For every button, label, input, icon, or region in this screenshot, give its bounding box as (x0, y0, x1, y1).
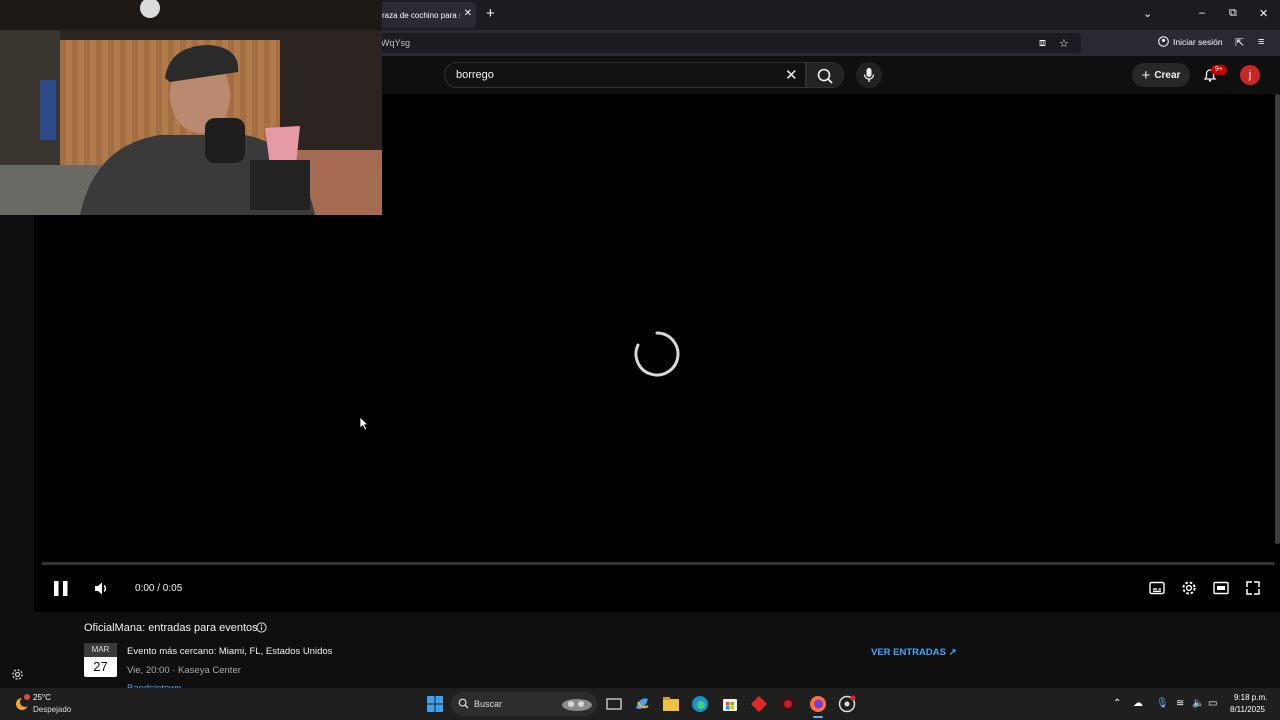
wifi-icon[interactable]: ≋ (1176, 698, 1184, 709)
taskbar-search[interactable]: Buscar (451, 692, 597, 716)
taskbar-search-label: Buscar (474, 699, 503, 709)
settings-icon[interactable] (1181, 580, 1197, 596)
browser-tab[interactable]: raza de cochino para s ✕ (376, 2, 476, 28)
event-location: Evento más cercano: Miami, FL, Estados U… (127, 646, 333, 657)
app-record-icon[interactable] (778, 694, 798, 714)
weather-temperature: 25°C (33, 693, 51, 702)
app-menu-icon[interactable]: ≡ (1258, 36, 1264, 48)
tray-overflow-chevron-icon[interactable]: ⌃ (1113, 698, 1121, 709)
close-window-icon[interactable]: ✕ (1259, 7, 1268, 20)
event-date-badge: MAR 27 (84, 643, 117, 677)
event-panel-title: OficialMana: entradas para eventos (84, 622, 258, 634)
create-label: Crear (1154, 69, 1181, 81)
view-tickets-link[interactable]: VER ENTRADAS ↗ (871, 647, 957, 658)
webcam-scene (0, 0, 382, 215)
clock-date[interactable]: 8/11/2025 (1230, 705, 1265, 714)
onedrive-cloud-icon[interactable]: ☁ (1133, 698, 1143, 709)
translate-icon[interactable]: ⧈ (1039, 37, 1046, 50)
mouse-cursor-icon (359, 416, 369, 431)
edge-browser-icon[interactable] (690, 694, 710, 714)
fullscreen-icon[interactable] (1245, 580, 1261, 596)
bookmark-star-icon[interactable]: ☆ (1059, 37, 1069, 50)
tab-title: raza de cochino para s (382, 10, 460, 20)
event-venue: Vie, 20:00 · Kaseya Center (127, 665, 241, 676)
info-icon[interactable] (256, 622, 267, 633)
app-red-diamond-icon[interactable] (749, 694, 769, 714)
clear-search-icon[interactable]: ✕ (785, 66, 798, 84)
firefox-icon[interactable] (808, 694, 828, 714)
notification-badge: 9+ (1211, 65, 1227, 75)
time-display: 0:00 / 0:05 (135, 583, 183, 594)
clock-time[interactable]: 9:18 p.m. (1234, 693, 1267, 702)
pause-icon[interactable] (53, 580, 69, 597)
battery-icon[interactable]: ▭ (1208, 698, 1217, 709)
volume-icon[interactable] (94, 581, 110, 596)
plus-icon: + (1141, 66, 1151, 84)
file-explorer-icon[interactable] (661, 694, 681, 714)
page-scrollbar[interactable] (1275, 94, 1280, 544)
microsoft-store-icon[interactable] (720, 694, 740, 714)
extensions-icon[interactable]: ⇱ (1235, 36, 1244, 49)
weather-description: Despejado (33, 705, 72, 714)
windows-start-icon[interactable] (425, 694, 445, 714)
signin-button[interactable]: Iniciar sesión (1158, 36, 1223, 47)
loading-spinner-icon (634, 331, 680, 377)
weather-moon-icon[interactable] (13, 694, 31, 712)
voice-search-button[interactable] (856, 62, 882, 88)
url-text: WqYsg (381, 38, 411, 48)
search-icon (458, 698, 469, 709)
video-progress-bar[interactable] (42, 562, 1274, 565)
volume-tray-icon[interactable]: 🔈 (1192, 698, 1204, 709)
account-icon (1158, 36, 1169, 47)
avatar[interactable]: j (1240, 65, 1260, 85)
search-query: borrego (456, 69, 494, 81)
new-tab-icon[interactable]: + (486, 6, 495, 22)
microphone-icon (863, 68, 875, 82)
webcam-overlay (0, 0, 382, 215)
url-bar[interactable]: WqYsg ⧈ ☆ (376, 33, 1081, 53)
event-day: 27 (93, 659, 108, 674)
active-app-indicator (813, 716, 823, 718)
signin-label: Iniciar sesión (1173, 36, 1223, 47)
search-highlight-icon (562, 699, 592, 711)
search-icon (817, 68, 833, 84)
search-input[interactable]: borrego ✕ (444, 62, 806, 88)
create-button[interactable]: + Crear (1132, 63, 1190, 87)
event-month: MAR (84, 643, 117, 657)
obs-icon[interactable] (837, 694, 857, 714)
settings-gear-icon[interactable] (11, 668, 24, 681)
subtitles-icon[interactable] (1149, 581, 1165, 595)
task-view-icon[interactable] (604, 694, 624, 714)
copilot-icon[interactable] (632, 694, 652, 714)
theater-mode-icon[interactable] (1213, 581, 1229, 595)
tab-close-icon[interactable]: ✕ (464, 8, 472, 19)
search-button[interactable] (806, 62, 844, 88)
restore-icon[interactable]: ⧉ (1229, 7, 1237, 20)
minimize-icon[interactable]: – (1199, 7, 1205, 19)
microphone-tray-icon[interactable]: 🎙 (1156, 698, 1169, 709)
tab-list-chevron-icon[interactable]: ⌄ (1143, 7, 1152, 20)
